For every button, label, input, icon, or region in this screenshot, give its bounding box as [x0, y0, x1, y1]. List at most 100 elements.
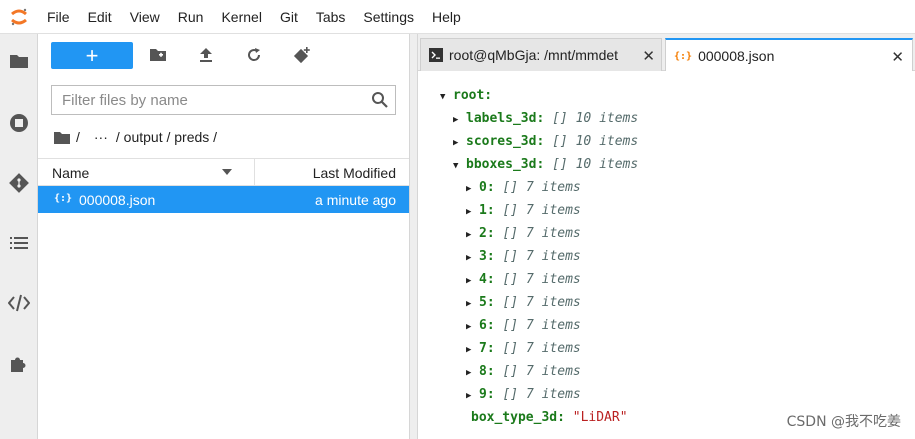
breadcrumb: / ··· / output / preds / [54, 127, 223, 147]
json-node-bbox-item[interactable]: ▶ 5: [] 7 items [466, 293, 581, 313]
collapsed-arrow-icon[interactable]: ▶ [466, 294, 479, 314]
menu-tabs[interactable]: Tabs [307, 0, 355, 34]
json-key: 6: [479, 318, 495, 333]
new-folder-button[interactable] [145, 42, 171, 68]
watermark: CSDN @我不吃姜 [786, 414, 901, 430]
git-icon[interactable] [0, 163, 37, 203]
column-name-header[interactable]: Name [52, 165, 89, 181]
menu-help[interactable]: Help [423, 0, 470, 34]
toc-icon[interactable] [0, 223, 37, 263]
collapsed-arrow-icon[interactable]: ▶ [466, 317, 479, 337]
new-folder-icon [150, 49, 166, 61]
home-folder-icon[interactable] [54, 131, 70, 144]
collapsed-arrow-icon[interactable]: ▶ [466, 363, 479, 383]
search-icon [372, 92, 388, 108]
json-key: scores_3d: [466, 134, 545, 149]
json-key: bboxes_3d: [466, 157, 545, 172]
json-string-value: "LiDAR" [572, 410, 628, 425]
menu-view[interactable]: View [121, 0, 169, 34]
file-browser-panel: + / ··· / output / preds / Name Last Mod… [38, 34, 409, 439]
tab-terminal-label: root@qMbGja: /mnt/mmdet [449, 47, 619, 63]
folder-icon[interactable] [0, 41, 37, 81]
panel-splitter[interactable] [409, 34, 418, 439]
json-key: 9: [479, 387, 495, 402]
json-meta: [] 10 items [552, 111, 639, 126]
json-meta: [] 7 items [502, 318, 581, 333]
json-node-scores-3d[interactable]: ▶ scores_3d: [] 10 items [453, 132, 638, 152]
collapsed-arrow-icon[interactable]: ▶ [466, 202, 479, 222]
file-list-item[interactable]: {:} 000008.json a minute ago [38, 186, 409, 213]
json-key: 8: [479, 364, 495, 379]
json-node-bbox-item[interactable]: ▶ 6: [] 7 items [466, 316, 581, 336]
breadcrumb-ellipsis[interactable]: ··· [94, 129, 108, 145]
json-meta: [] 7 items [502, 295, 581, 310]
menu-kernel[interactable]: Kernel [212, 0, 270, 34]
tab-terminal[interactable]: root@qMbGja: /mnt/mmdet ✕ [420, 38, 662, 71]
json-node-bbox-item[interactable]: ▶ 4: [] 7 items [466, 270, 581, 290]
collapsed-arrow-icon[interactable]: ▶ [466, 271, 479, 291]
main-tab-bar: root@qMbGja: /mnt/mmdet ✕ {:} 000008.jso… [418, 34, 915, 72]
json-meta: [] 10 items [552, 134, 639, 149]
expanded-arrow-icon[interactable]: ▼ [453, 156, 466, 176]
expanded-arrow-icon[interactable]: ▼ [440, 87, 453, 107]
menu-run[interactable]: Run [169, 0, 213, 34]
json-node-labels-3d[interactable]: ▶ labels_3d: [] 10 items [453, 109, 638, 129]
collapsed-arrow-icon[interactable]: ▶ [453, 133, 466, 153]
json-root-node[interactable]: ▼ root: [440, 86, 492, 106]
menu-git[interactable]: Git [271, 0, 307, 34]
left-activity-bar [0, 34, 38, 439]
plus-icon: + [85, 42, 99, 68]
file-modified: a minute ago [315, 192, 396, 208]
new-launcher-button[interactable]: + [51, 42, 133, 69]
menu-edit[interactable]: Edit [79, 0, 121, 34]
property-inspector-icon[interactable] [0, 283, 37, 323]
close-icon[interactable]: ✕ [642, 47, 655, 65]
collapsed-arrow-icon[interactable]: ▶ [453, 110, 466, 130]
close-icon[interactable]: ✕ [891, 48, 904, 66]
json-meta: [] 7 items [502, 272, 581, 287]
git-clone-icon [293, 47, 310, 64]
collapsed-arrow-icon[interactable]: ▶ [466, 340, 479, 360]
json-meta: [] 7 items [502, 364, 581, 379]
menu-bar: File Edit View Run Kernel Git Tabs Setti… [0, 0, 915, 34]
json-node-bbox-item[interactable]: ▶ 2: [] 7 items [466, 224, 581, 244]
file-browser-toolbar: + [38, 34, 409, 76]
extension-icon[interactable] [0, 344, 37, 384]
json-key: 7: [479, 341, 495, 356]
menu-settings[interactable]: Settings [354, 0, 423, 34]
breadcrumb-root[interactable]: / [76, 129, 80, 145]
json-key: labels_3d: [466, 111, 545, 126]
menu-file[interactable]: File [38, 0, 79, 34]
collapsed-arrow-icon[interactable]: ▶ [466, 225, 479, 245]
jupyter-logo-icon [0, 0, 38, 34]
json-node-bbox-item[interactable]: ▶ 9: [] 7 items [466, 385, 581, 405]
upload-button[interactable] [193, 42, 219, 68]
json-meta: [] 7 items [502, 249, 581, 264]
collapsed-arrow-icon[interactable]: ▶ [466, 248, 479, 268]
running-icon[interactable] [0, 103, 37, 143]
refresh-button[interactable] [241, 42, 267, 68]
json-node-bboxes-3d[interactable]: ▼ bboxes_3d: [] 10 items [453, 155, 638, 175]
json-file-icon: {:} [674, 50, 693, 62]
collapsed-arrow-icon[interactable]: ▶ [466, 179, 479, 199]
json-file-icon: {:} [54, 193, 73, 204]
collapsed-arrow-icon[interactable]: ▶ [466, 386, 479, 406]
sort-down-icon[interactable] [222, 169, 232, 175]
json-key: 3: [479, 249, 495, 264]
json-key: 1: [479, 203, 495, 218]
file-name: 000008.json [79, 192, 156, 208]
filter-files-input[interactable] [52, 86, 362, 114]
git-clone-button[interactable] [289, 42, 315, 68]
upload-icon [200, 48, 212, 62]
json-node-bbox-item[interactable]: ▶ 1: [] 7 items [466, 201, 581, 221]
column-modified-header[interactable]: Last Modified [313, 165, 396, 181]
json-node-bbox-item[interactable]: ▶ 3: [] 7 items [466, 247, 581, 267]
json-meta: [] 7 items [502, 387, 581, 402]
json-key: 0: [479, 180, 495, 195]
json-node-bbox-item[interactable]: ▶ 8: [] 7 items [466, 362, 581, 382]
json-node-bbox-item[interactable]: ▶ 0: [] 7 items [466, 178, 581, 198]
column-divider[interactable] [254, 159, 255, 185]
breadcrumb-path[interactable]: / output / preds / [116, 129, 217, 145]
tab-json-file[interactable]: {:} 000008.json ✕ [665, 38, 913, 72]
json-node-bbox-item[interactable]: ▶ 7: [] 7 items [466, 339, 581, 359]
